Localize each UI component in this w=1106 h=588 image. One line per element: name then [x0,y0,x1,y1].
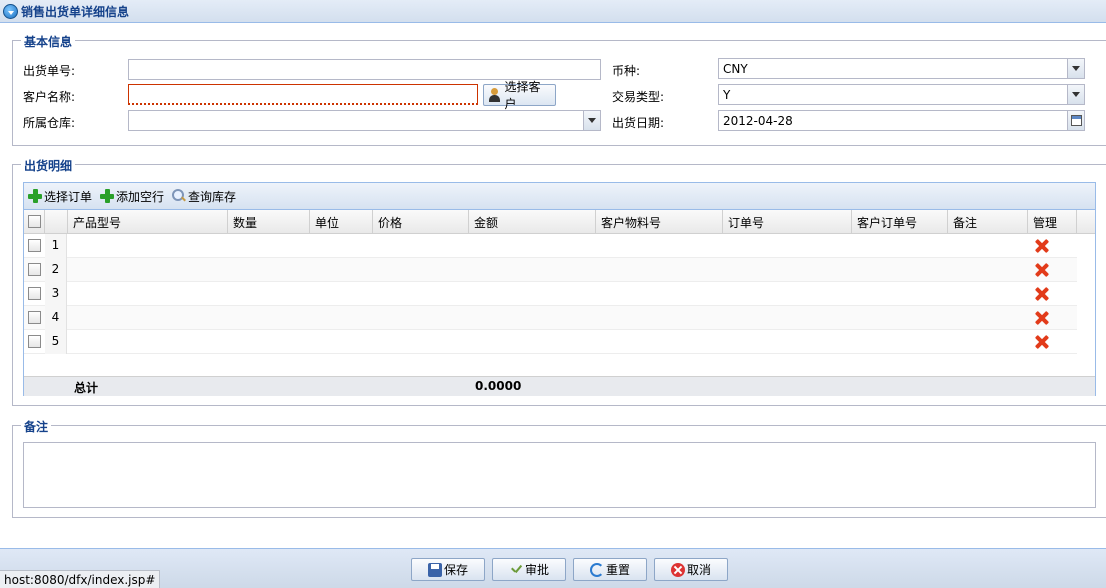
trade-type-combo[interactable]: Y [718,84,1085,105]
ship-date-field[interactable]: 2012-04-28 [718,110,1085,131]
calendar-icon [1070,115,1082,126]
remarks-legend: 备注 [21,418,52,435]
save-icon [427,562,442,577]
warehouse-label: 所属仓库: [23,116,76,130]
save-button[interactable]: 保存 [411,558,485,581]
summary-row: 总计 0.0000 [24,376,1095,396]
column-header-amount[interactable]: 金额 [469,210,596,233]
select-customer-button[interactable]: 选择客户 [483,80,556,111]
save-label: 保存 [443,563,468,577]
column-header-remark[interactable]: 备注 [948,210,1028,233]
trade-type-label: 交易类型: [612,90,665,104]
basic-info-legend: 基本信息 [21,33,76,50]
trade-type-value: Y [723,88,731,102]
shipment-no-input[interactable] [128,59,601,80]
table-row[interactable]: 5 [24,330,1077,354]
table-row[interactable]: 2 [24,258,1077,282]
window-icon [3,3,18,19]
row-number: 4 [45,306,67,330]
footer-bar: 保存 审批 重置 取消 [0,548,1106,588]
column-header-unit[interactable]: 单位 [310,210,373,233]
delete-row-icon[interactable] [1035,239,1049,253]
select-all-checkbox[interactable] [28,215,41,228]
select-order-button[interactable]: 选择订单 [28,188,92,205]
chevron-down-icon [588,118,596,123]
search-icon [172,189,186,203]
cancel-button[interactable]: 取消 [654,558,728,581]
customer-name-input[interactable] [128,84,478,105]
summary-label: 总计 [74,381,99,395]
chevron-down-icon [1072,92,1080,97]
row-number: 3 [45,282,67,306]
column-header-customer-order-no[interactable]: 客户订单号 [852,210,948,233]
table-row[interactable]: 3 [24,282,1077,306]
row-number: 5 [45,330,67,354]
date-picker-trigger[interactable] [1067,111,1084,130]
table-row[interactable]: 4 [24,306,1077,330]
row-number: 2 [45,258,67,282]
delete-row-icon[interactable] [1035,287,1049,301]
add-row-button[interactable]: 添加空行 [100,188,164,205]
query-stock-label: 查询库存 [188,189,237,204]
add-row-label: 添加空行 [116,189,165,204]
row-number: 1 [45,234,67,258]
row-checkbox[interactable] [28,263,41,276]
select-customer-label: 选择客户 [504,80,541,111]
currency-value: CNY [723,62,748,76]
warehouse-combo[interactable] [128,110,601,131]
column-header-price[interactable]: 价格 [373,210,469,233]
row-checkbox[interactable] [28,239,41,252]
detail-legend: 出货明细 [21,157,76,174]
select-order-label: 选择订单 [44,189,93,204]
header-rownum-cell [45,210,68,233]
currency-label: 币种: [612,64,641,78]
summary-amount: 0.0000 [475,379,522,393]
plus-icon [28,189,42,203]
header-checkbox-cell [24,210,45,233]
trade-type-dropdown-trigger[interactable] [1067,85,1084,104]
column-header-order-no[interactable]: 订单号 [723,210,852,233]
warehouse-dropdown-trigger[interactable] [583,111,600,130]
row-checkbox[interactable] [28,335,41,348]
grid-toolbar: 选择订单 添加空行 查询库存 [24,183,1095,210]
column-header-manage[interactable]: 管理 [1028,210,1077,233]
query-stock-button[interactable]: 查询库存 [172,188,236,205]
customer-name-label: 客户名称: [23,90,76,104]
plus-icon [100,189,115,203]
column-header-product-model[interactable]: 产品型号 [68,210,228,233]
chevron-down-icon [1072,66,1080,71]
row-checkbox[interactable] [28,287,41,300]
cancel-label: 取消 [686,563,711,577]
approve-label: 审批 [524,563,549,577]
delete-row-icon[interactable] [1035,311,1049,325]
window-title: 销售出货单详细信息 [21,4,130,19]
reset-label: 重置 [605,563,630,577]
browser-status-bar: host:8080/dfx/index.jsp# [0,570,161,588]
approve-button[interactable]: 审批 [492,558,566,581]
table-row[interactable]: 1 [24,234,1077,258]
detail-grid: 选择订单 添加空行 查询库存 产品型号 数量 单位 价格 金额 客户物料号 订单… [23,182,1096,396]
customer-icon [488,88,502,102]
currency-combo[interactable]: CNY [718,58,1085,79]
remarks-textarea[interactable] [23,442,1096,508]
ship-date-value: 2012-04-28 [723,114,793,128]
window-title-bar: 销售出货单详细信息 [0,0,1106,23]
grid-header: 产品型号 数量 单位 价格 金额 客户物料号 订单号 客户订单号 备注 管理 [24,210,1095,234]
cancel-icon [670,562,685,577]
check-icon [509,563,523,577]
reset-button[interactable]: 重置 [573,558,647,581]
ship-date-label: 出货日期: [612,116,665,130]
column-header-customer-material-no[interactable]: 客户物料号 [596,210,723,233]
delete-row-icon[interactable] [1035,263,1049,277]
currency-dropdown-trigger[interactable] [1067,59,1084,78]
row-checkbox[interactable] [28,311,41,324]
refresh-icon [589,562,604,577]
column-header-quantity[interactable]: 数量 [228,210,310,233]
delete-row-icon[interactable] [1035,335,1049,349]
shipment-no-label: 出货单号: [23,64,76,78]
